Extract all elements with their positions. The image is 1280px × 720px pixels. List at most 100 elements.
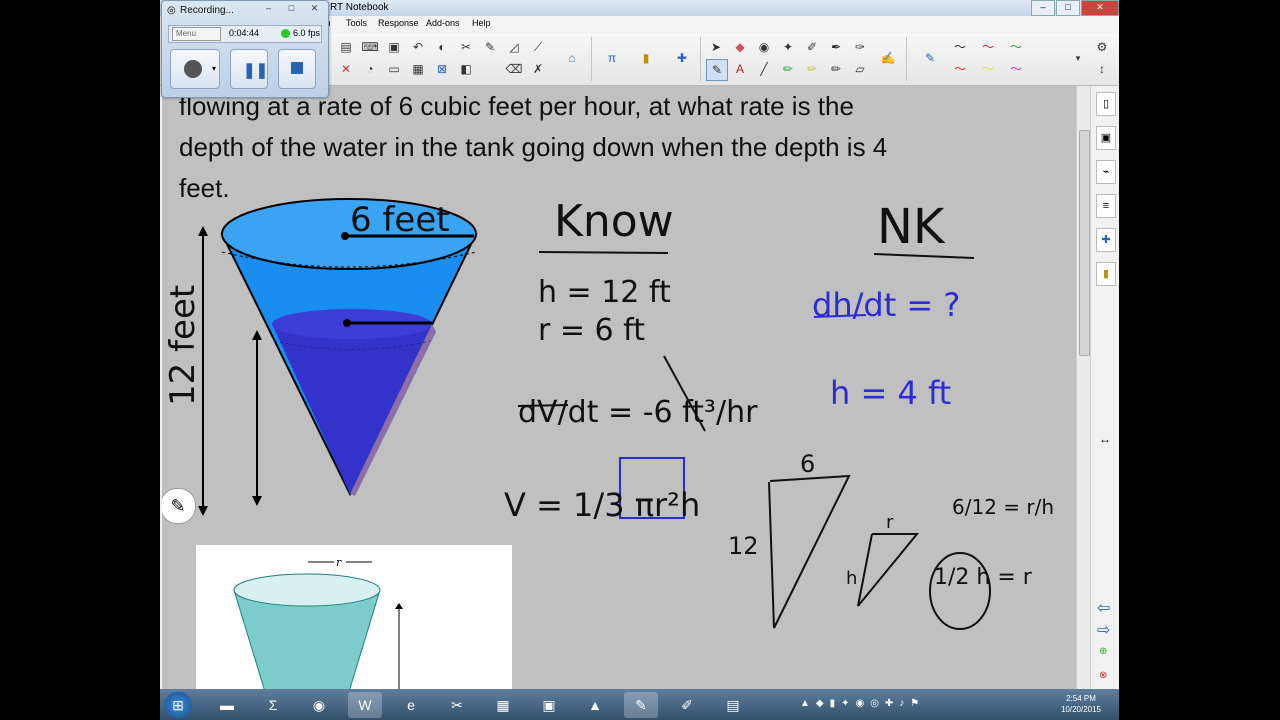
cut-icon[interactable]: ✂: [456, 37, 476, 57]
addon-icon[interactable]: ✚: [672, 48, 692, 68]
screenshot-icon[interactable]: ▣: [384, 37, 404, 57]
settings-gear-icon[interactable]: ⚙: [1092, 37, 1112, 57]
recorder-maximize-button[interactable]: □: [282, 2, 301, 14]
recorder-taskbar-icon[interactable]: ▤: [716, 692, 750, 718]
recorder-window: ◎ Recording... – □ ✕ Menu 0:04:44 6.0 fp…: [161, 0, 329, 98]
fill-icon[interactable]: ◉: [754, 37, 774, 57]
keyboard-icon[interactable]: ⌨: [360, 37, 380, 57]
menu-item-addons[interactable]: Add-ons: [426, 18, 460, 28]
ruler-icon[interactable]: ⟋: [528, 37, 548, 57]
text-pen-icon[interactable]: ✑: [850, 37, 870, 57]
page-icon[interactable]: ▭: [384, 59, 404, 79]
image-icon[interactable]: ◧: [456, 59, 476, 79]
lesson-tab-icon[interactable]: ▮: [1096, 262, 1116, 286]
clock-time: 2:54 PM: [1066, 694, 1096, 703]
recorder-menu-dropdown[interactable]: Menu: [172, 27, 221, 41]
cone-reference-image: r: [196, 545, 512, 690]
text-icon[interactable]: A: [730, 59, 750, 79]
stroke-magenta-icon[interactable]: 〜: [1006, 59, 1026, 79]
resize-arrows-icon[interactable]: ↔: [1099, 432, 1111, 446]
more-tools-icon[interactable]: ▾: [1068, 48, 1088, 68]
measure-icon[interactable]: ◿: [504, 37, 524, 57]
magic-wand-icon[interactable]: ✦: [778, 37, 798, 57]
pen-taskbar-icon[interactable]: ✐: [670, 692, 704, 718]
properties-icon[interactable]: ◔: [360, 59, 380, 79]
stop-button[interactable]: [278, 49, 316, 89]
select-icon[interactable]: ➤: [706, 37, 726, 57]
ie-taskbar-icon[interactable]: e: [394, 692, 428, 718]
record-dropdown-icon[interactable]: ▾: [212, 64, 216, 73]
recorder-title: Recording...: [180, 5, 234, 16]
record-button[interactable]: ▾: [170, 49, 220, 89]
tools-taskbar-icon[interactable]: ✂: [440, 692, 474, 718]
marker-icon[interactable]: ✏: [802, 59, 822, 79]
line-icon[interactable]: ╱: [754, 59, 774, 79]
move-toolbar-icon[interactable]: ↕: [1092, 59, 1112, 79]
recorder-close-button[interactable]: ✕: [305, 2, 324, 14]
radius-result: 1/2 h = r: [934, 565, 1033, 590]
explorer-taskbar-icon[interactable]: ▬: [210, 692, 244, 718]
properties-tab-icon[interactable]: ≡: [1096, 194, 1116, 218]
highlighter-icon[interactable]: ✏: [778, 59, 798, 79]
crop-icon[interactable]: ✗: [528, 59, 548, 79]
creative-pen-icon[interactable]: ✒: [826, 37, 846, 57]
previous-page-icon[interactable]: ⇦: [1097, 598, 1110, 618]
addons-tab-icon[interactable]: ✚: [1096, 228, 1116, 252]
insert-icon[interactable]: ⊠: [432, 59, 452, 79]
recognize-icon[interactable]: ✍: [878, 48, 898, 68]
stroke-red-icon[interactable]: 〜: [978, 37, 998, 57]
pen-icon[interactable]: ✐: [802, 37, 822, 57]
app-taskbar-icon[interactable]: ▣: [532, 692, 566, 718]
scrollbar-thumb[interactable]: [1079, 130, 1090, 356]
clock-date: 10/20/2015: [1060, 705, 1101, 714]
delete-page-icon[interactable]: ⊗: [1099, 670, 1107, 681]
undo-icon[interactable]: ↶: [408, 37, 428, 57]
height-label: 12 feet: [163, 285, 203, 406]
attachments-tab-icon[interactable]: ⌁: [1096, 160, 1116, 184]
menu-item-help[interactable]: Help: [472, 18, 491, 28]
notebook-page-canvas[interactable]: flowing at a rate of 6 cubic feet per ho…: [162, 86, 1076, 690]
stroke-black-icon[interactable]: 〜: [950, 37, 970, 57]
next-page-icon[interactable]: ⇨: [1097, 620, 1110, 640]
minimize-button[interactable]: –: [1031, 0, 1055, 16]
shapes-icon[interactable]: ◆: [730, 37, 750, 57]
close-button[interactable]: ✕: [1081, 0, 1119, 16]
floating-pen-icon[interactable]: ✎: [162, 488, 196, 524]
film-taskbar-icon[interactable]: ▦: [486, 692, 520, 718]
menu-item-response[interactable]: Response: [378, 18, 419, 28]
system-clock[interactable]: 2:54 PM 10/20/2015: [1061, 693, 1101, 715]
start-button-icon[interactable]: ⊞: [164, 692, 192, 718]
chrome-taskbar-icon[interactable]: ◉: [302, 692, 336, 718]
pause-icon: ❚❚: [243, 62, 269, 79]
pencil-icon[interactable]: ✎: [920, 48, 940, 68]
smart-notebook-taskbar-icon[interactable]: ✎: [624, 692, 658, 718]
word-taskbar-icon[interactable]: W: [348, 692, 382, 718]
maximize-button[interactable]: □: [1056, 0, 1080, 16]
gallery-tab-icon[interactable]: ▣: [1096, 126, 1116, 150]
pen-tool-active-icon[interactable]: ✎: [706, 59, 728, 81]
stroke-green-icon[interactable]: 〜: [1006, 37, 1026, 57]
gallery-icon[interactable]: ⌂: [562, 48, 582, 68]
system-tray-icons[interactable]: ▲◆▮✦◉◎✚♪⚑: [800, 698, 925, 709]
cap-taskbar-icon[interactable]: ▲: [578, 692, 612, 718]
screen-shade-icon[interactable]: ◐: [432, 37, 452, 57]
magic-pen-icon[interactable]: ✎: [480, 37, 500, 57]
table-icon[interactable]: ▦: [408, 59, 428, 79]
vertical-scrollbar[interactable]: [1076, 86, 1091, 690]
menu-item-tools[interactable]: Tools: [346, 18, 367, 28]
pi-icon[interactable]: π: [602, 48, 622, 68]
add-page-icon[interactable]: ⊕: [1099, 646, 1107, 657]
lock-icon[interactable]: ▮: [636, 48, 656, 68]
recorder-minimize-button[interactable]: –: [259, 2, 278, 14]
stroke-yellow-icon[interactable]: 〜: [978, 59, 998, 79]
pause-button[interactable]: ❚❚: [230, 49, 268, 89]
sigma-taskbar-icon[interactable]: Σ: [256, 692, 290, 718]
delete-icon[interactable]: ✕: [336, 59, 356, 79]
page-sorter-tab-icon[interactable]: ▯: [1096, 92, 1116, 116]
eraser-icon[interactable]: ⌫: [504, 59, 524, 79]
nk-title: NK: [877, 199, 946, 255]
eraser-tool-icon[interactable]: ▱: [850, 59, 870, 79]
paste-icon[interactable]: ▤: [336, 37, 356, 57]
stroke-red-2-icon[interactable]: 〜: [950, 59, 970, 79]
calligraphy-icon[interactable]: ✏: [826, 59, 846, 79]
